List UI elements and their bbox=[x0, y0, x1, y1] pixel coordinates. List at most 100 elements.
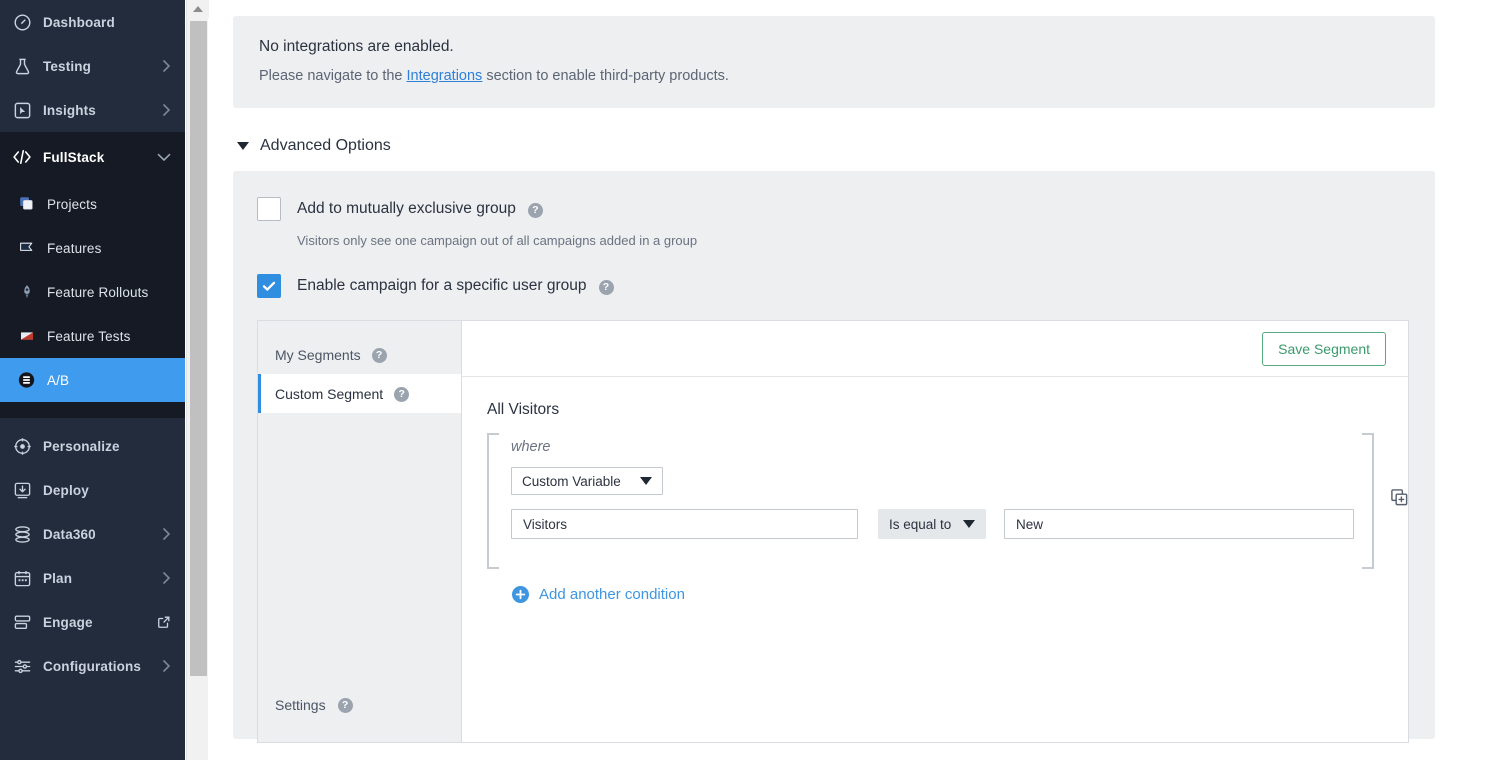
sidebar-item-label: Testing bbox=[43, 59, 156, 74]
deploy-box-icon bbox=[12, 480, 32, 500]
segment-toolbar: Save Segment bbox=[462, 321, 1409, 377]
sidebar-item-label: Engage bbox=[43, 615, 151, 630]
condition-row: Is equal to bbox=[511, 509, 1354, 539]
speedometer-icon bbox=[12, 12, 32, 32]
sidebar-item-features[interactable]: Features bbox=[0, 226, 185, 270]
segment-sidebar: My Segments ? Custom Segment ? Settings … bbox=[258, 321, 462, 742]
mutually-exclusive-description: Visitors only see one campaign out of al… bbox=[297, 233, 1435, 248]
segment-settings-label: Settings bbox=[275, 697, 326, 713]
copy-stack-icon bbox=[18, 194, 35, 214]
help-icon[interactable]: ? bbox=[528, 203, 543, 218]
user-group-row: Enable campaign for a specific user grou… bbox=[257, 274, 1435, 298]
sidebar-item-fullstack[interactable]: FullStack bbox=[0, 132, 185, 182]
duplicate-condition-icon[interactable] bbox=[1390, 488, 1409, 512]
sidebar-item-plan[interactable]: Plan bbox=[0, 556, 185, 600]
segment-tab-my-segments[interactable]: My Segments ? bbox=[258, 335, 461, 374]
mutually-exclusive-checkbox[interactable] bbox=[257, 197, 281, 221]
help-icon[interactable]: ? bbox=[372, 348, 387, 363]
sidebar-item-label: Feature Rollouts bbox=[47, 285, 171, 300]
layers-icon bbox=[12, 612, 32, 632]
user-group-checkbox[interactable] bbox=[257, 274, 281, 298]
scrollbar-thumb[interactable] bbox=[190, 21, 207, 676]
chevron-right-icon bbox=[162, 571, 171, 585]
app-root: Dashboard Testing bbox=[0, 0, 1498, 760]
main-content: No integrations are enabled. Please navi… bbox=[185, 0, 1498, 760]
sidebar-item-testing[interactable]: Testing bbox=[0, 44, 185, 88]
sidebar-group-primary: Dashboard Testing bbox=[0, 0, 185, 132]
sidebar-item-label: Projects bbox=[47, 197, 171, 212]
main-sidebar: Dashboard Testing bbox=[0, 0, 185, 760]
chevron-down-icon bbox=[157, 153, 171, 162]
plus-circle-icon bbox=[512, 586, 529, 603]
sidebar-item-label: Deploy bbox=[43, 483, 171, 498]
add-another-condition-button[interactable]: Add another condition bbox=[512, 586, 685, 603]
sidebar-group-spacer bbox=[0, 402, 185, 418]
caret-down-icon bbox=[237, 142, 249, 150]
rocket-icon bbox=[18, 282, 35, 302]
operator-select[interactable]: Is equal to bbox=[878, 509, 986, 539]
chevron-right-icon bbox=[162, 527, 171, 541]
attribute-type-value: Custom Variable bbox=[522, 474, 621, 489]
sidebar-item-dashboard[interactable]: Dashboard bbox=[0, 0, 185, 44]
segment-tab-label: My Segments bbox=[275, 347, 361, 363]
sidebar-item-ab[interactable]: A/B bbox=[0, 358, 185, 402]
sidebar-item-projects[interactable]: Projects bbox=[0, 182, 185, 226]
segment-body: All Visitors where Custom Variable bbox=[462, 377, 1409, 603]
condition-value-input[interactable] bbox=[1004, 509, 1354, 539]
banner-text-after: section to enable third-party products. bbox=[482, 68, 729, 84]
sidebar-item-label: Dashboard bbox=[43, 15, 171, 30]
segment-tab-label: Custom Segment bbox=[275, 386, 383, 402]
help-icon[interactable]: ? bbox=[338, 698, 353, 713]
advanced-options-panel: Add to mutually exclusive group ? Visito… bbox=[233, 171, 1435, 739]
sidebar-item-deploy[interactable]: Deploy bbox=[0, 468, 185, 512]
target-icon bbox=[12, 436, 32, 456]
sidebar-group-secondary: Personalize Deploy bbox=[0, 424, 185, 688]
banner-text-before: Please navigate to the bbox=[259, 68, 407, 84]
ab-list-icon bbox=[18, 370, 35, 390]
sidebar-item-data360[interactable]: Data360 bbox=[0, 512, 185, 556]
sidebar-item-label: Configurations bbox=[43, 659, 156, 674]
where-label: where bbox=[511, 439, 1354, 455]
sidebar-item-feature-rollouts[interactable]: Feature Rollouts bbox=[0, 270, 185, 314]
sidebar-item-label: Plan bbox=[43, 571, 156, 586]
sidebar-item-label: Feature Tests bbox=[47, 329, 171, 344]
sidebar-item-configurations[interactable]: Configurations bbox=[0, 644, 185, 688]
bracket-right bbox=[1362, 433, 1374, 569]
variable-name-input[interactable] bbox=[511, 509, 858, 539]
mutually-exclusive-row: Add to mutually exclusive group ? bbox=[257, 197, 1435, 221]
mutually-exclusive-label: Add to mutually exclusive group bbox=[297, 200, 516, 218]
help-icon[interactable]: ? bbox=[394, 387, 409, 402]
sidebar-item-engage[interactable]: Engage bbox=[0, 600, 185, 644]
sidebar-item-label: A/B bbox=[47, 373, 171, 388]
external-link-icon[interactable] bbox=[157, 615, 171, 629]
help-icon[interactable]: ? bbox=[599, 280, 614, 295]
sidebar-item-label: Personalize bbox=[43, 439, 171, 454]
sidebar-item-personalize[interactable]: Personalize bbox=[0, 424, 185, 468]
segment-settings-link[interactable]: Settings ? bbox=[258, 685, 461, 724]
sliders-icon bbox=[12, 656, 32, 676]
segment-editor: Save Segment All Visitors where Custom V… bbox=[462, 321, 1409, 742]
sidebar-item-label: FullStack bbox=[43, 150, 151, 165]
code-brackets-icon bbox=[12, 147, 32, 167]
flag-icon bbox=[18, 238, 35, 258]
calendar-icon bbox=[12, 568, 32, 588]
integrations-banner: No integrations are enabled. Please navi… bbox=[233, 16, 1435, 108]
add-another-condition-label: Add another condition bbox=[539, 586, 685, 603]
advanced-options-title: Advanced Options bbox=[260, 137, 391, 155]
chart-wedge-icon bbox=[18, 326, 35, 346]
scrollbar-up-arrow[interactable] bbox=[187, 0, 209, 18]
save-segment-button[interactable]: Save Segment bbox=[1262, 332, 1386, 366]
condition-group: where Custom Variable bbox=[487, 433, 1409, 569]
page-scrollbar[interactable] bbox=[186, 0, 208, 760]
sidebar-item-insights[interactable]: Insights bbox=[0, 88, 185, 132]
segment-builder: My Segments ? Custom Segment ? Settings … bbox=[257, 320, 1409, 743]
sidebar-item-feature-tests[interactable]: Feature Tests bbox=[0, 314, 185, 358]
cursor-box-icon bbox=[12, 100, 32, 120]
sidebar-group-fullstack: FullStack Projects bbox=[0, 132, 185, 418]
advanced-options-toggle[interactable]: Advanced Options bbox=[237, 137, 391, 155]
attribute-type-select[interactable]: Custom Variable bbox=[511, 467, 663, 495]
user-group-label: Enable campaign for a specific user grou… bbox=[297, 277, 587, 295]
segment-tab-custom-segment[interactable]: Custom Segment ? bbox=[258, 374, 461, 413]
integrations-link[interactable]: Integrations bbox=[407, 68, 483, 84]
database-icon bbox=[12, 524, 32, 544]
